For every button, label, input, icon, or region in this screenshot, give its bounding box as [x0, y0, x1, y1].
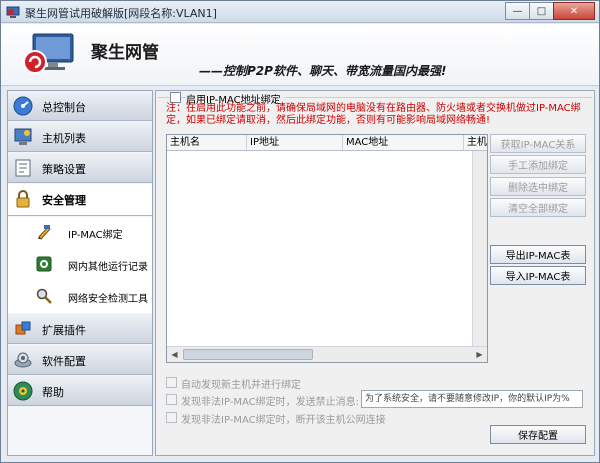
policy-icon: [15, 159, 31, 177]
save-config-button[interactable]: 保存配置: [490, 425, 586, 444]
submenu-item-ip-mac-binding[interactable]: IP-MAC绑定: [8, 217, 152, 248]
sidebar-item-software-config[interactable]: 软件配置: [8, 345, 152, 375]
slogan: ——控制P2P软件、聊天、带宽流量国内最强!: [199, 64, 447, 78]
brand-logo-icon: [23, 33, 74, 74]
ip-mac-table[interactable]: 主机名 IP地址 MAC地址 主机 ◀ ▶: [166, 134, 488, 363]
header-banner: 聚生网管 ——控制P2P软件、聊天、带宽流量国内最强!: [1, 24, 599, 86]
column-header-mac[interactable]: MAC地址: [343, 135, 464, 150]
plugin-icon: [15, 321, 31, 335]
dashboard-icon: [13, 96, 33, 116]
clear-all-button[interactable]: 清空全部绑定: [490, 198, 586, 217]
disconnect-checkbox[interactable]: [166, 412, 177, 423]
magnifier-icon: [36, 288, 52, 304]
send-message-label: 发现非法IP-MAC绑定时，发送禁止消息:: [181, 397, 360, 408]
horizontal-scroll-thumb[interactable]: [183, 349, 313, 360]
sidebar-item-label: 软件配置: [42, 355, 86, 368]
disconnect-label: 发现非法IP-MAC绑定时，断开该主机公网连接: [181, 415, 386, 426]
delete-selected-button[interactable]: 删除选中绑定: [490, 177, 586, 196]
sidebar-item-plugins[interactable]: 扩展插件: [8, 314, 152, 344]
config-icon: [14, 352, 32, 368]
app-icon: [6, 6, 20, 18]
window-controls: — □ ✕: [505, 2, 595, 20]
lock-icon: [16, 190, 30, 208]
auto-discover-label: 自动发现新主机并进行绑定: [181, 380, 301, 391]
submenu-item-run-records[interactable]: 网内其他运行记录: [8, 249, 152, 280]
column-header-host[interactable]: 主机: [464, 135, 487, 150]
sidebar-item-help[interactable]: 帮助: [8, 376, 152, 406]
sidebar: 总控制台 主机列表 策略设置 安全管理 IP-MAC绑定 网内其他运行记录 网络…: [7, 90, 153, 456]
brand-name: 聚生网管: [91, 43, 159, 63]
column-header-ip[interactable]: IP地址: [247, 135, 343, 150]
import-button[interactable]: 导入IP-MAC表: [490, 266, 586, 285]
sidebar-item-label: 主机列表: [42, 132, 86, 145]
horizontal-scrollbar[interactable]: ◀ ▶: [167, 346, 487, 362]
get-ip-mac-button[interactable]: 获取IP-MAC关系: [490, 134, 586, 153]
submenu-item-security-scan[interactable]: 网络安全检测工具: [8, 281, 152, 312]
close-button[interactable]: ✕: [553, 2, 595, 20]
host-list-icon: [14, 128, 32, 145]
submenu-item-label: 网络安全检测工具: [68, 294, 148, 305]
record-icon: [36, 256, 52, 272]
sidebar-item-label: 策略设置: [42, 163, 86, 176]
scroll-right-arrow-icon[interactable]: ▶: [472, 347, 487, 362]
auto-discover-checkbox[interactable]: [166, 377, 177, 388]
sidebar-item-dashboard[interactable]: 总控制台: [8, 91, 152, 121]
app-window: 聚生网管试用破解版[网段名称:VLAN1] — □ ✕ 聚生网管 ——控制P2P…: [0, 0, 600, 463]
export-button[interactable]: 导出IP-MAC表: [490, 245, 586, 264]
sidebar-item-label: 安全管理: [42, 194, 86, 207]
main-panel: 启用IP-MAC地址绑定 注：在启用此功能之前，请确保局域网的电脑没有在路由器、…: [155, 90, 595, 456]
sidebar-item-label: 总控制台: [42, 101, 86, 114]
window-title: 聚生网管试用破解版[网段名称:VLAN1]: [25, 7, 217, 20]
submenu-item-label: 网内其他运行记录: [68, 262, 148, 273]
warning-note: 注：在启用此功能之前，请确保局域网的电脑没有在路由器、防火墙或者交换机做过IP-…: [166, 103, 581, 126]
submenu-item-label: IP-MAC绑定: [68, 230, 123, 241]
security-submenu: IP-MAC绑定 网内其他运行记录 网络安全检测工具: [8, 217, 152, 313]
manual-bind-button[interactable]: 手工添加绑定: [490, 155, 586, 174]
scroll-left-arrow-icon[interactable]: ◀: [167, 347, 182, 362]
send-message-checkbox[interactable]: [166, 394, 177, 405]
pen-icon: [38, 225, 51, 240]
sidebar-item-security[interactable]: 安全管理: [8, 184, 152, 216]
enable-ip-mac-checkbox[interactable]: [170, 92, 181, 103]
sidebar-item-label: 扩展插件: [42, 324, 86, 337]
message-input[interactable]: 为了系统安全，请不要随意修改IP，你的默认IP为%: [361, 390, 583, 408]
vertical-scrollbar[interactable]: [472, 151, 487, 346]
sidebar-item-policy[interactable]: 策略设置: [8, 153, 152, 183]
maximize-button[interactable]: □: [529, 2, 554, 20]
title-bar[interactable]: 聚生网管试用破解版[网段名称:VLAN1] — □ ✕: [1, 1, 599, 23]
minimize-button[interactable]: —: [505, 2, 530, 20]
help-icon: [13, 381, 33, 401]
sidebar-item-host-list[interactable]: 主机列表: [8, 122, 152, 152]
column-header-hostname[interactable]: 主机名: [167, 135, 247, 150]
sidebar-item-label: 帮助: [42, 386, 64, 399]
table-header: 主机名 IP地址 MAC地址 主机: [167, 135, 487, 151]
